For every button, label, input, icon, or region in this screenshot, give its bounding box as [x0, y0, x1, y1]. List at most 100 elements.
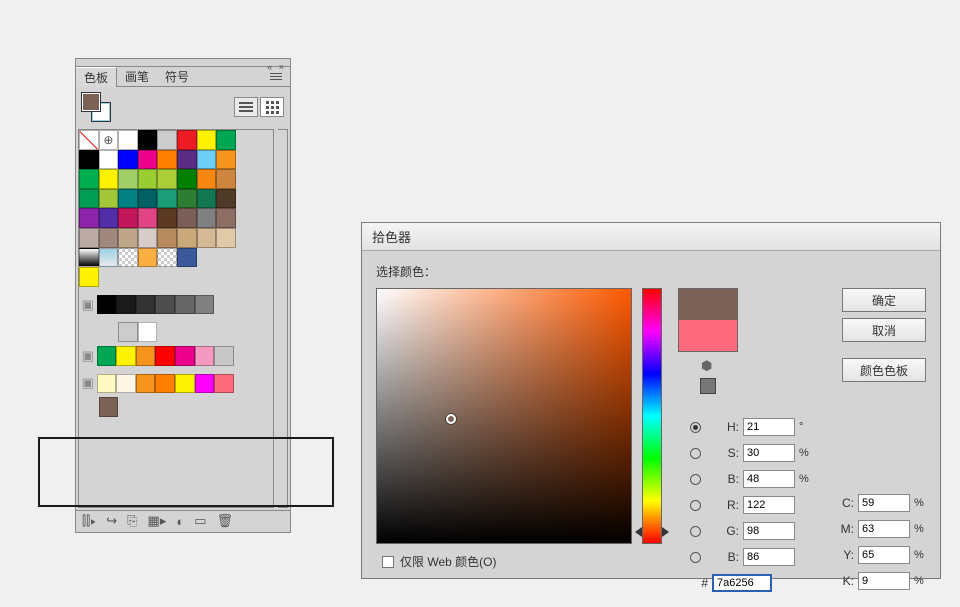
input-c[interactable]: [858, 494, 910, 512]
new-template-icon[interactable]: ▦▸: [148, 513, 167, 529]
swatch[interactable]: [136, 346, 156, 366]
swatch[interactable]: [157, 228, 177, 248]
swatch[interactable]: [116, 295, 136, 315]
link-icon[interactable]: ⎘: [127, 513, 137, 529]
color-swatches-button[interactable]: 颜色色板: [842, 358, 926, 382]
radio-h[interactable]: [690, 422, 701, 433]
swatch[interactable]: [216, 189, 236, 209]
folder-icon[interactable]: ▣: [79, 374, 97, 394]
swatch[interactable]: [79, 150, 99, 170]
swatch[interactable]: [175, 295, 195, 315]
swatch[interactable]: [216, 169, 236, 189]
hue-slider[interactable]: [642, 288, 662, 544]
swatch[interactable]: [138, 208, 158, 228]
swatch[interactable]: [197, 130, 217, 150]
swatch[interactable]: [99, 208, 119, 228]
swatch[interactable]: [118, 130, 138, 150]
swatch[interactable]: [157, 150, 177, 170]
swatch[interactable]: [138, 248, 158, 268]
swatch[interactable]: [79, 189, 99, 209]
swatch[interactable]: ⊕: [99, 130, 119, 150]
folder-icon[interactable]: ▣: [79, 346, 97, 366]
swatch[interactable]: [177, 189, 197, 209]
input-s[interactable]: [743, 444, 795, 462]
swatch[interactable]: [138, 169, 158, 189]
input-g[interactable]: [743, 522, 795, 540]
swatch[interactable]: [118, 169, 138, 189]
swatch[interactable]: [157, 130, 177, 150]
scrollbar[interactable]: [278, 129, 288, 508]
swatch[interactable]: [214, 346, 234, 366]
swatch[interactable]: [195, 295, 215, 315]
swatch[interactable]: [99, 150, 119, 170]
swatch[interactable]: [118, 248, 138, 268]
delete-icon[interactable]: 🗑: [217, 513, 234, 529]
swatch[interactable]: [157, 248, 177, 268]
input-brightness[interactable]: [743, 470, 795, 488]
folder-icon[interactable]: ▣: [79, 295, 97, 315]
swatch[interactable]: [99, 248, 119, 268]
swatch[interactable]: [97, 374, 117, 394]
swatch[interactable]: [195, 374, 215, 394]
grid-view-button[interactable]: [260, 97, 284, 117]
swatch[interactable]: [79, 130, 99, 150]
swatch[interactable]: [214, 374, 234, 394]
swatch[interactable]: [157, 169, 177, 189]
swap-icon[interactable]: ↪: [106, 513, 117, 529]
swatch[interactable]: [216, 208, 236, 228]
swatch[interactable]: [216, 228, 236, 248]
radio-r[interactable]: [690, 500, 701, 511]
swatch[interactable]: [197, 208, 217, 228]
swatch[interactable]: [138, 228, 158, 248]
swatch[interactable]: [195, 346, 215, 366]
color-group-icon[interactable]: ◐: [176, 514, 184, 529]
websafe-suggestion[interactable]: [700, 378, 716, 394]
swatch[interactable]: [177, 208, 197, 228]
swatch[interactable]: [79, 208, 99, 228]
list-view-button[interactable]: [234, 97, 258, 117]
swatch[interactable]: [157, 189, 177, 209]
swatch[interactable]: [118, 150, 138, 170]
swatch[interactable]: [118, 208, 138, 228]
swatch[interactable]: [155, 346, 175, 366]
input-r[interactable]: [743, 496, 795, 514]
radio-b[interactable]: [690, 552, 701, 563]
library-menu-icon[interactable]: ⫿⫿▸: [82, 513, 96, 529]
radio-s[interactable]: [690, 448, 701, 459]
swatch[interactable]: [97, 295, 117, 315]
color-preview[interactable]: [678, 288, 738, 352]
swatch[interactable]: [118, 228, 138, 248]
swatch[interactable]: [157, 208, 177, 228]
input-y[interactable]: [858, 546, 910, 564]
swatch[interactable]: [177, 130, 197, 150]
swatch[interactable]: [175, 374, 195, 394]
swatch[interactable]: [197, 150, 217, 170]
swatch[interactable]: [197, 228, 217, 248]
swatch[interactable]: [197, 169, 217, 189]
swatch[interactable]: [177, 228, 197, 248]
swatch[interactable]: [138, 189, 158, 209]
swatch[interactable]: [177, 169, 197, 189]
swatch[interactable]: [79, 169, 99, 189]
tab-symbols[interactable]: 符号: [157, 67, 197, 87]
swatch[interactable]: [99, 397, 119, 417]
swatch[interactable]: [138, 150, 158, 170]
web-only-checkbox[interactable]: 仅限 Web 颜色(O): [382, 553, 496, 570]
tab-brushes[interactable]: 画笔: [117, 67, 157, 87]
swatch[interactable]: [216, 130, 236, 150]
fill-stroke-icon[interactable]: [82, 93, 110, 121]
swatch[interactable]: [138, 322, 158, 342]
input-h[interactable]: [743, 418, 795, 436]
swatch[interactable]: [118, 322, 138, 342]
input-hex[interactable]: [712, 574, 772, 592]
swatch[interactable]: [177, 150, 197, 170]
swatch[interactable]: [116, 374, 136, 394]
swatch[interactable]: [155, 295, 175, 315]
swatch[interactable]: [79, 228, 99, 248]
cancel-button[interactable]: 取消: [842, 318, 926, 342]
input-k[interactable]: [858, 572, 910, 590]
swatch[interactable]: [138, 130, 158, 150]
out-of-gamut-icon[interactable]: ⬢: [701, 358, 715, 372]
swatch[interactable]: [116, 346, 136, 366]
dialog-title[interactable]: 拾色器: [362, 223, 940, 251]
